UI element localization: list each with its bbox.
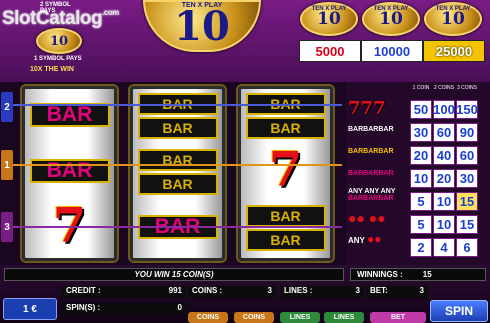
small-coin-2: TEN X PLAY 10 <box>362 2 420 36</box>
reel-2: BAR BAR BAR BAR BAR <box>130 86 225 261</box>
reel-symbol-bar: BAR <box>29 103 110 127</box>
jackpot-3: 25000 <box>423 40 485 62</box>
reel-symbol-double-bar: BAR <box>245 205 326 227</box>
payline-1 <box>12 164 342 166</box>
reel-1: BAR BAR 7 <box>22 86 117 261</box>
small-coin-1: TEN X PLAY 10 <box>300 2 358 36</box>
payline-3 <box>12 226 342 228</box>
symbol-triple-bar: BARBARBAR <box>348 126 394 133</box>
cherry-icon: ●● ●● <box>348 210 386 226</box>
symbol-any-cherry: ANY ●● <box>348 232 382 246</box>
line-indicator-2[interactable]: 2 <box>1 92 13 122</box>
coins-plus-button[interactable]: COINS <box>234 312 274 323</box>
small-coin-left: 10 <box>36 28 82 54</box>
paytable-header: 2 COINS <box>433 85 454 91</box>
lines-field: LINES :3 <box>280 286 364 298</box>
symbol-777: 777 <box>348 98 386 119</box>
jackpot-1: 5000 <box>299 40 361 62</box>
pay-2-label: 2 SYMBOL PAYS <box>40 2 71 14</box>
spin-button[interactable]: SPIN <box>430 300 488 322</box>
line-indicator-3[interactable]: 3 <box>1 212 13 242</box>
credit-field: CREDIT :991 <box>62 286 186 298</box>
main-coin: TEN X PLAY 10 <box>143 0 261 52</box>
winnings-display: WINNINGS :15 <box>350 268 486 281</box>
symbol-double-bar: BARBARBAR <box>348 148 394 155</box>
paytable-values: 50 100 150 30 60 90 20 40 60 10 20 30 5 … <box>410 100 478 260</box>
pay-1-label: 1 SYMBOL PAYS <box>34 56 82 62</box>
reel-symbol-double-bar: BAR <box>245 229 326 251</box>
reel-symbol-double-bar: BAR <box>137 117 218 139</box>
coin-value-button[interactable]: 1 € <box>3 298 57 320</box>
top-banner: SlotCatalog.com 2 SYMBOL PAYS 10 1 SYMBO… <box>0 0 490 82</box>
small-coin-3: TEN X PLAY 10 <box>424 2 482 36</box>
reel-symbol-double-bar: BAR <box>245 117 326 139</box>
lines-minus-button[interactable]: LINES <box>280 312 320 323</box>
bet-button[interactable]: BET <box>370 312 426 323</box>
reel-symbol-seven: 7 <box>268 142 303 198</box>
win-message: YOU WIN 15 COIN(S) <box>4 268 344 281</box>
spins-field: SPIN(S) :0 <box>62 303 186 315</box>
bet-field: BET: 3 <box>366 286 428 298</box>
paytable: 1 COIN 2 COINS 3 COINS 777 BARBARBAR BAR… <box>346 82 490 265</box>
lines-plus-button[interactable]: LINES <box>324 312 364 323</box>
coins-minus-button[interactable]: COINS <box>188 312 228 323</box>
paytable-symbols: 777 BARBARBAR BARBARBAR BARBARBAR ANY AN… <box>348 98 410 252</box>
reel-symbol-double-bar: BAR <box>137 149 218 171</box>
line-indicator-1[interactable]: 1 <box>1 150 13 180</box>
reel-3: BAR BAR 7 BAR BAR <box>238 86 333 261</box>
control-panel: YOU WIN 15 COIN(S) WINNINGS :15 1 € CRED… <box>0 265 490 323</box>
payline-2 <box>12 104 342 106</box>
symbol-single-bar: BARBARBAR <box>348 170 394 177</box>
paytable-header: 3 COINS <box>456 85 477 91</box>
reel-symbol-double-bar: BAR <box>137 173 218 195</box>
coins-field: COINS :3 <box>188 286 276 298</box>
pay-10x-label: 10X THE WIN <box>30 66 74 73</box>
symbol-any-bar: ANY ANY ANY BARBARBAR <box>348 188 396 202</box>
paytable-header: 1 COIN <box>412 85 430 91</box>
jackpot-2: 10000 <box>361 40 423 62</box>
reel-symbol-bar: BAR <box>29 159 110 183</box>
